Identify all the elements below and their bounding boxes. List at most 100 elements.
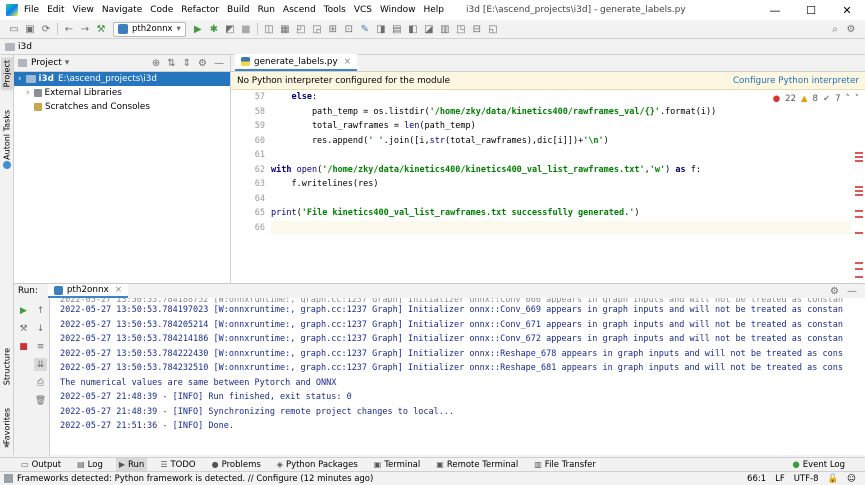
- inspector-icon[interactable]: ☺: [847, 474, 856, 484]
- tab-remote-terminal[interactable]: ▣ Remote Terminal: [433, 458, 521, 472]
- close-tab-icon[interactable]: ×: [344, 57, 351, 67]
- code-area[interactable]: else: path_temp = os.listdir('/home/zky/…: [271, 90, 851, 283]
- menu-refactor[interactable]: Refactor: [181, 5, 219, 15]
- line-separator[interactable]: LF: [775, 474, 785, 484]
- soft-wrap-icon[interactable]: ≡: [34, 340, 47, 353]
- run-tab-pth2onnx[interactable]: pth2onnx ×: [47, 284, 129, 298]
- menu-ascend[interactable]: Ascend: [283, 5, 316, 15]
- menu-code[interactable]: Code: [150, 5, 173, 15]
- ascend-tool-13-icon[interactable]: ◳: [453, 21, 469, 37]
- console-output[interactable]: 2022-05-27 13:50:53.784188752 [W:onnxrun…: [50, 298, 865, 456]
- ascend-tool-5-icon[interactable]: ⊞: [325, 21, 341, 37]
- configure-interpreter-link[interactable]: Configure Python interpreter: [733, 76, 859, 86]
- run-config-select[interactable]: pth2onnx ▾: [113, 21, 186, 37]
- close-tab-icon[interactable]: ×: [115, 285, 122, 295]
- menu-navigate[interactable]: Navigate: [102, 5, 142, 15]
- run-panel-header: Run: pth2onnx × ⚙ —: [14, 284, 865, 298]
- tab-todo[interactable]: ☰ TODO: [157, 458, 198, 472]
- structure-tool-tab[interactable]: Structure: [1, 345, 13, 388]
- line-number: 58: [254, 106, 265, 117]
- minimize-button[interactable]: —: [757, 0, 793, 20]
- hide-icon[interactable]: —: [214, 58, 224, 69]
- search-icon[interactable]: ⌕: [827, 21, 843, 37]
- ascend-tool-15-icon[interactable]: ◱: [485, 21, 501, 37]
- menu-tools[interactable]: Tools: [324, 5, 346, 15]
- status-message[interactable]: Frameworks detected: Python framework is…: [17, 474, 373, 484]
- locate-icon[interactable]: ⊕: [152, 58, 160, 69]
- settings-icon[interactable]: ⚙: [843, 21, 859, 37]
- tab-run[interactable]: ▶ Run: [115, 457, 148, 472]
- down-arrow-icon[interactable]: ↓: [34, 322, 47, 335]
- tab-file-transfer[interactable]: ▥ File Transfer: [531, 458, 599, 472]
- breadcrumb-project[interactable]: i3d: [18, 42, 32, 52]
- expand-all-icon[interactable]: ⇕: [183, 58, 191, 69]
- trash-icon[interactable]: 🗑: [34, 394, 47, 407]
- ascend-tool-14-icon[interactable]: ⊟: [469, 21, 485, 37]
- ascend-tool-10-icon[interactable]: ◧: [405, 21, 421, 37]
- up-arrow-icon[interactable]: ↑: [34, 304, 47, 317]
- ascend-tool-3-icon[interactable]: ◰: [293, 21, 309, 37]
- maximize-button[interactable]: ☐: [793, 0, 829, 20]
- menu-edit[interactable]: Edit: [47, 5, 64, 15]
- save-all-icon[interactable]: ▣: [22, 21, 38, 37]
- project-tool-tab[interactable]: Project: [1, 57, 13, 91]
- wrench-icon[interactable]: ⚒: [17, 322, 30, 335]
- coverage-icon[interactable]: ◩: [222, 21, 238, 37]
- inspection-widget[interactable]: ● 22 ▲ 8 ✔ 7 ˄ ˅: [768, 94, 859, 104]
- menu-help[interactable]: Help: [423, 5, 444, 15]
- ascend-tool-11-icon[interactable]: ◪: [421, 21, 437, 37]
- chevron-right-icon[interactable]: ›: [26, 88, 30, 98]
- menu-window[interactable]: Window: [380, 5, 416, 15]
- gear-icon[interactable]: ⚙: [830, 286, 839, 297]
- tab-problems[interactable]: ● Problems: [209, 458, 264, 472]
- debug-icon[interactable]: ✱: [206, 21, 222, 37]
- sync-icon[interactable]: ⟳: [38, 21, 54, 37]
- close-button[interactable]: ✕: [829, 0, 865, 20]
- tab-terminal[interactable]: ▣ Terminal: [371, 458, 423, 472]
- tree-item-scratches[interactable]: Scratches and Consoles: [14, 100, 230, 114]
- error-stripe[interactable]: [853, 90, 865, 283]
- ascend-tasks-tool-tab[interactable]: Autonl Tasks: [1, 107, 13, 163]
- ascend-tool-1-icon[interactable]: ◫: [261, 21, 277, 37]
- ascend-tool-8-icon[interactable]: ◨: [373, 21, 389, 37]
- print-icon[interactable]: ⎙: [34, 376, 47, 389]
- menu-view[interactable]: View: [73, 5, 94, 15]
- ascend-tool-4-icon[interactable]: ◲: [309, 21, 325, 37]
- collapse-all-icon[interactable]: ⇅: [167, 58, 175, 69]
- rerun-icon[interactable]: ▶: [17, 304, 30, 317]
- ascend-tool-2-icon[interactable]: ▦: [277, 21, 293, 37]
- tab-python-packages[interactable]: ◈ Python Packages: [274, 458, 361, 472]
- chevron-right-icon[interactable]: ›: [18, 74, 22, 84]
- chevron-up-icon[interactable]: ˄: [846, 94, 850, 104]
- menu-run[interactable]: Run: [258, 5, 275, 15]
- build-hammer-icon[interactable]: ⚒: [93, 21, 109, 37]
- stop-icon[interactable]: ■: [238, 21, 254, 37]
- tree-item-i3d[interactable]: › i3d E:\ascend_projects\i3d: [14, 72, 230, 86]
- menu-file[interactable]: File: [24, 5, 39, 15]
- gear-icon[interactable]: ⚙: [198, 58, 207, 69]
- run-icon[interactable]: ▶: [190, 21, 206, 37]
- tree-item-external-libraries[interactable]: › External Libraries: [14, 86, 230, 100]
- ascend-tool-12-icon[interactable]: ▥: [437, 21, 453, 37]
- forward-arrow-icon[interactable]: →: [77, 21, 93, 37]
- menu-vcs[interactable]: VCS: [354, 5, 372, 15]
- hide-icon[interactable]: —: [847, 286, 857, 297]
- editor: generate_labels.py × No Python interpret…: [231, 54, 865, 283]
- lock-icon[interactable]: 🔓: [828, 474, 839, 484]
- menu-build[interactable]: Build: [227, 5, 250, 15]
- chevron-down-icon[interactable]: ▾: [65, 58, 70, 68]
- event-log-button[interactable]: ● Event Log: [792, 460, 845, 470]
- project-panel-title[interactable]: Project: [31, 58, 62, 68]
- scroll-to-end-icon[interactable]: ⇊: [34, 358, 47, 371]
- back-arrow-icon[interactable]: ←: [61, 21, 77, 37]
- caret-position[interactable]: 66:1: [747, 474, 766, 484]
- ascend-tool-7-icon[interactable]: ✎: [357, 21, 373, 37]
- ascend-tool-9-icon[interactable]: ▤: [389, 21, 405, 37]
- tab-output[interactable]: ▭ Output: [18, 458, 64, 472]
- open-folder-icon[interactable]: ▭: [6, 21, 22, 37]
- stop-icon[interactable]: ■: [17, 340, 30, 353]
- file-encoding[interactable]: UTF-8: [794, 474, 819, 484]
- tab-generate-labels[interactable]: generate_labels.py ×: [235, 54, 358, 71]
- tab-log[interactable]: ▤ Log: [74, 458, 106, 472]
- ascend-tool-6-icon[interactable]: ⊡: [341, 21, 357, 37]
